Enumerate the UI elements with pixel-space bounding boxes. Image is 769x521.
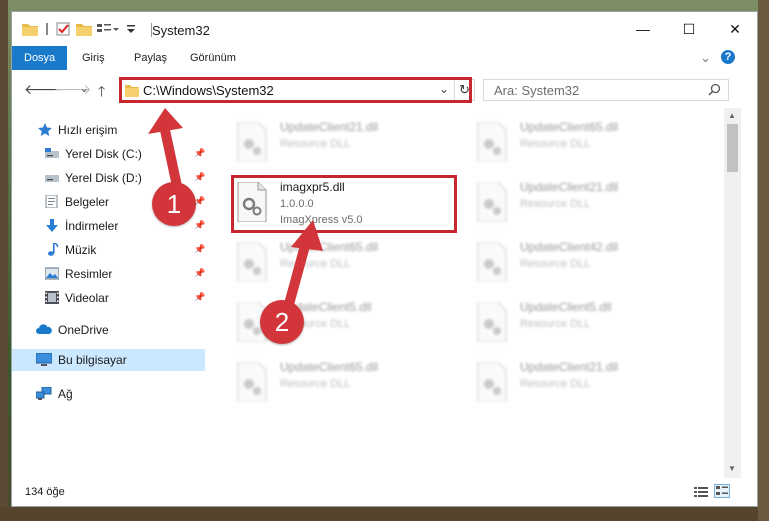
arrow-1-head-icon [148,108,183,134]
arrow-2-head-icon [291,220,323,251]
step-marker-2: 2 [260,300,304,344]
arrow-2 [283,237,311,313]
annotation-overlay [148,108,323,313]
step-marker-1: 1 [152,182,196,226]
arrow-1 [160,125,182,191]
